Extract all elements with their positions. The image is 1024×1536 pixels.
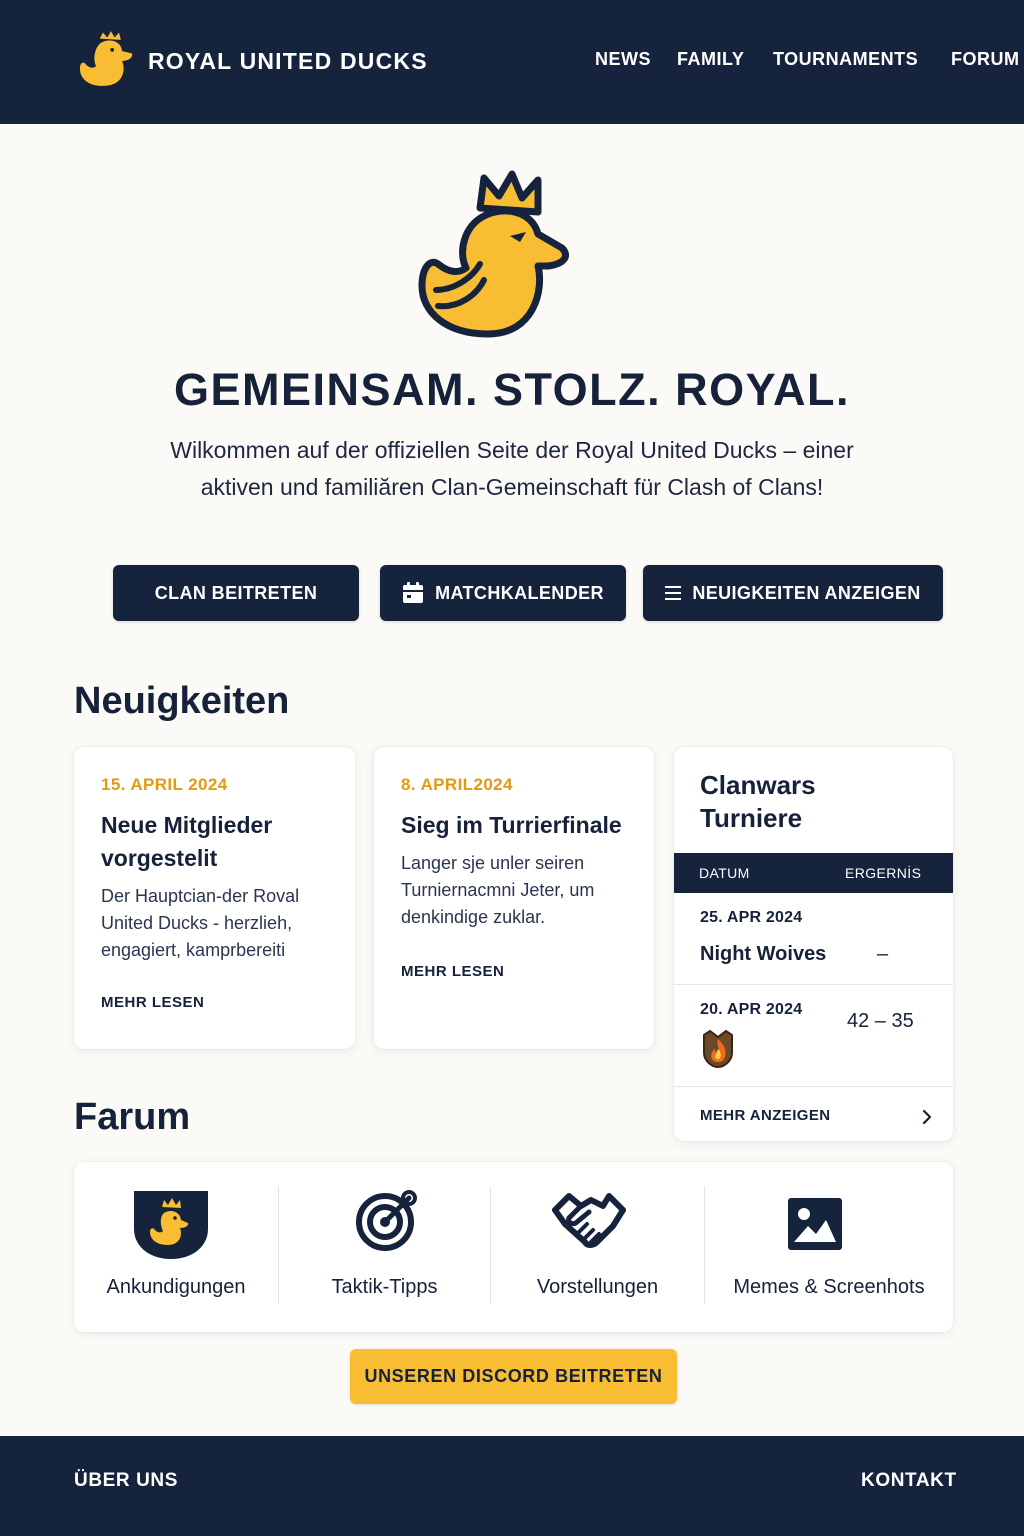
forum-categories: Ankundigungen Taktik-Tipps Vorstellungen…	[74, 1162, 953, 1332]
forum-category-label: Taktik-Tipps	[331, 1276, 438, 1298]
crowned-duck-emblem	[418, 170, 569, 338]
nav-tournaments[interactable]: TOURNAMENTS	[773, 49, 918, 70]
forum-category-label: Vorstellungen	[536, 1276, 659, 1298]
news-title: Neue Mitglieder vorgestelit	[101, 812, 273, 871]
forum-category-tactics[interactable]: Taktik-Tipps	[279, 1162, 490, 1332]
nav-forum[interactable]: FORUM	[951, 49, 1020, 70]
show-more-link[interactable]: MEHR ANZEIGEN	[700, 1107, 830, 1124]
calendar-icon	[403, 582, 424, 603]
match-calendar-button[interactable]: MATCHKALENDER	[380, 565, 626, 621]
news-card: 15. APRIL 2024 Neue Mitglieder vorgestel…	[74, 747, 355, 1049]
footer: ÜBER UNS KONTAKT	[0, 1436, 1024, 1536]
news-excerpt: Langer sje unler seiren Turniernacmni Je…	[401, 853, 595, 927]
join-discord-button[interactable]: UNSEREN DISCORD BEITRETEN	[350, 1349, 677, 1404]
news-date: 15. APRIL 2024	[101, 775, 228, 794]
match-result: –	[877, 943, 889, 965]
read-more-link[interactable]: MEHR LESEN	[401, 963, 504, 980]
news-card: 8. APRIL2024 Sieg im Turrierfinale Lange…	[374, 747, 654, 1049]
forum-category-label: Memes & Screenhots	[733, 1276, 925, 1298]
row-divider	[674, 1086, 953, 1087]
duck-shield-icon	[134, 1191, 208, 1259]
clanwars-title: Clanwars Turniere	[700, 770, 816, 833]
read-more-link[interactable]: MEHR LESEN	[101, 994, 204, 1011]
news-excerpt: Der Hauptcian-der Roval United Ducks - h…	[101, 886, 300, 960]
forum-heading: Farum	[74, 1096, 191, 1138]
fire-crest-icon	[703, 1029, 733, 1069]
match-calendar-label: MATCHKALENDER	[435, 582, 604, 603]
hero-title: GEMEINSAM. STOLZ. ROYAL.	[173, 364, 851, 415]
column-date: DATUM	[699, 865, 750, 881]
clanwars-table-header: DATUM ERGERNİS	[674, 853, 953, 893]
row-divider	[674, 984, 953, 985]
nav-news[interactable]: NEWS	[595, 49, 651, 70]
target-icon	[356, 1190, 417, 1251]
main-nav: NEWS FAMILY TOURNAMENTS FORUM	[0, 49, 1024, 75]
match-result: 42 – 35	[847, 1010, 914, 1032]
news-heading: Neuigkeiten	[74, 680, 290, 722]
match-date: 20. APR 2024	[700, 1001, 803, 1018]
forum-category-announcements[interactable]: Ankundigungen	[74, 1162, 278, 1332]
join-clan-button[interactable]: CLAN BEITRETEN	[113, 565, 359, 621]
footer-contact-link[interactable]: KONTAKT	[861, 1470, 957, 1492]
news-date: 8. APRIL2024	[401, 775, 513, 794]
nav-family[interactable]: FAMILY	[677, 49, 744, 70]
show-news-label: NEUIGKEITEN ANZEIGEN	[692, 582, 921, 603]
forum-category-memes[interactable]: Memes & Screenhots	[705, 1162, 953, 1332]
top-navigation-bar: ROYAL UNITED DUCKS NEWS FAMILY TOURNAMEN…	[0, 0, 1024, 124]
match-date: 25. APR 2024	[700, 909, 803, 926]
column-result: ERGERNİS	[845, 865, 922, 881]
clanwars-panel: Clanwars Turniere DATUM ERGERNİS 25. APR…	[674, 747, 953, 1141]
forum-category-introductions[interactable]: Vorstellungen	[491, 1162, 704, 1332]
image-icon	[788, 1198, 842, 1250]
footer-about-link[interactable]: ÜBER UNS	[74, 1470, 178, 1492]
forum-category-label: Ankundigungen	[106, 1276, 246, 1298]
hero-intro-text: Wilkommen auf der offiziellen Seite der …	[170, 437, 854, 500]
list-icon	[665, 586, 682, 600]
show-news-button[interactable]: NEUIGKEITEN ANZEIGEN	[643, 565, 943, 621]
chevron-right-icon[interactable]	[922, 1109, 932, 1125]
news-title: Sieg im Turrierfinale	[401, 812, 622, 838]
opponent-name: Night Woives	[700, 943, 827, 965]
join-clan-label: CLAN BEITRETEN	[154, 582, 318, 603]
handshake-icon	[552, 1193, 626, 1248]
